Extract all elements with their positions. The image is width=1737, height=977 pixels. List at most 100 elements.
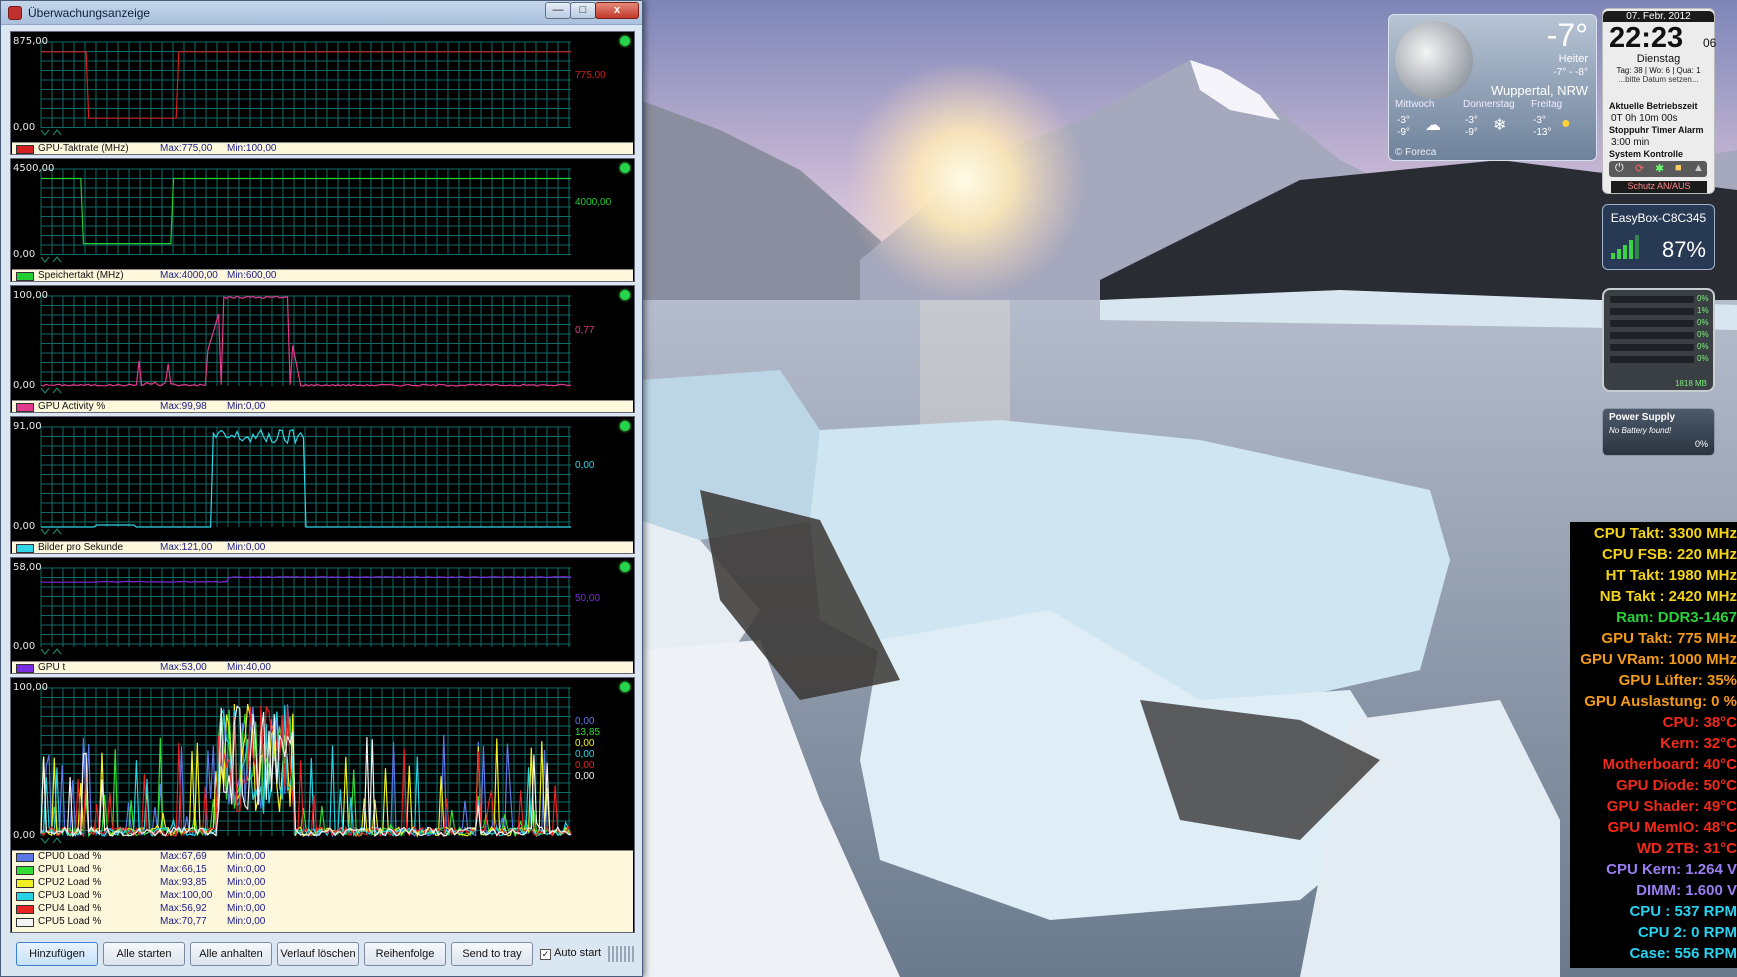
lock-icon[interactable]: ■ — [1675, 162, 1682, 174]
graph-panel[interactable]: 100,00 0,00 0,00 13,85 0,00 0,00 0,00 0,00 CPU0 … — [10, 677, 635, 933]
graph-legend: GPU t Max:53,00 Min:40,00 — [12, 661, 633, 673]
current-value: 775,00 — [575, 70, 606, 81]
sensor-reading: GPU Shader: 49°C — [1606, 798, 1737, 815]
meter-bar — [1610, 296, 1694, 303]
series-name: GPU t — [38, 662, 66, 673]
start-all-button[interactable]: Alle starten — [103, 942, 185, 966]
stop-all-button[interactable]: Alle anhalten — [190, 942, 272, 966]
clock-hint[interactable]: ...bitte Datum setzen... — [1603, 75, 1714, 84]
forecast-high: -3° — [1465, 115, 1478, 126]
axis-max-label: 91,00 — [13, 421, 42, 432]
maximize-button[interactable]: □ — [570, 2, 596, 19]
clock-gadget[interactable]: 07. Febr. 2012 22:23 06 Dienstag Tag: 38… — [1602, 8, 1716, 194]
graph-plot — [40, 426, 571, 535]
axis-min-label: 0,00 — [13, 380, 36, 391]
sensor-reading: GPU Auslastung: 0 % — [1584, 693, 1737, 710]
send-to-tray-button[interactable]: Send to tray — [451, 942, 533, 966]
legend-row[interactable]: CPU1 Load % Max:66,15 Min:0,00 — [12, 864, 633, 877]
current-value: 0,00 — [575, 771, 595, 782]
close-button[interactable]: x — [595, 2, 639, 19]
checkbox-check-icon[interactable]: ✓ — [540, 949, 551, 960]
graph-panel[interactable]: 875,00 0,00 775,00 GPU-Taktrate (MHz) Max:77… — [10, 31, 635, 155]
series-min: Min:0,00 — [227, 542, 266, 553]
color-swatch — [16, 544, 34, 553]
legend-row[interactable]: CPU4 Load % Max:56,92 Min:0,00 — [12, 903, 633, 916]
minimize-button[interactable]: — — [545, 2, 571, 19]
graph-panel[interactable]: 91,00 0,00 0,00 Bilder pro Sekunde Max:121,0… — [10, 416, 635, 554]
timer-minutes[interactable]: 3:00 min — [1611, 137, 1649, 148]
graph-legend: CPU0 Load % Max:67,69 Min:0,00 CPU1 Load % M… — [12, 850, 633, 932]
clock-tag-line: Tag: 38 | Wo: 6 | Qua: 1 — [1616, 66, 1701, 75]
meter-bar — [1610, 344, 1694, 351]
legend-row[interactable]: GPU t Max:53,00 Min:40,00 — [12, 662, 633, 675]
forecast-low: -9° — [1465, 127, 1478, 138]
series-min: Min:0,00 — [227, 401, 266, 412]
sensor-reading: Kern: 32°C — [1660, 735, 1737, 752]
meter-percent: 0% — [1697, 294, 1709, 303]
legend-row[interactable]: Bilder pro Sekunde Max:121,00 Min:0,00 — [12, 542, 633, 555]
sleep-icon[interactable]: ✱ — [1655, 162, 1664, 175]
axis-min-label: 0,00 — [13, 641, 36, 652]
stopwatch-label[interactable]: Stoppuhr Timer Alarm — [1609, 125, 1704, 135]
color-swatch — [16, 403, 34, 412]
axis-min-label: 0,00 — [13, 830, 36, 841]
restart-icon[interactable]: ⟳ — [1635, 162, 1644, 175]
legend-row[interactable]: CPU0 Load % Max:67,69 Min:0,00 — [12, 851, 633, 864]
grid — [40, 295, 571, 386]
graph-plot — [40, 567, 571, 655]
graph-panel[interactable]: 58,00 0,00 50,00 GPU t Max:53,00 Min:40,00 — [10, 557, 635, 674]
current-value: 50,00 — [575, 593, 601, 604]
axis-marker — [40, 528, 62, 535]
graph-legend: GPU-Taktrate (MHz) Max:775,00 Min:100,00 — [12, 142, 633, 154]
meter-bar — [1610, 320, 1694, 327]
clear-history-button[interactable]: Verlauf löschen — [277, 942, 359, 966]
axis-max-label: 4500,00 — [13, 163, 55, 174]
axis-min-label: 0,00 — [13, 249, 36, 260]
status-led-icon — [620, 290, 630, 300]
power-icon[interactable]: ⏻ — [1615, 162, 1624, 175]
meter-bar — [1610, 308, 1694, 315]
series-max: Max:53,00 — [160, 662, 207, 673]
title-bar[interactable]: Überwachungsanzeige — □ x — [1, 1, 642, 25]
monitor-window: Überwachungsanzeige — □ x 875,00 0,00 775,… — [0, 0, 643, 977]
legend-row[interactable]: CPU5 Load % Max:70,77 Min:0,00 — [12, 916, 633, 929]
series-name: CPU3 Load % — [38, 890, 102, 901]
legend-row[interactable]: GPU Activity % Max:99,98 Min:0,00 — [12, 401, 633, 414]
sensor-reading: Motherboard: 40°C — [1602, 756, 1737, 773]
color-swatch — [16, 664, 34, 673]
wifi-gadget[interactable]: EasyBox-C8C345 87% — [1602, 204, 1715, 270]
window-title: Überwachungsanzeige — [28, 6, 151, 20]
graph-panel[interactable]: 4500,00 0,00 4000,00 Speichertakt (MHz) Max:… — [10, 158, 635, 282]
auto-start-checkbox[interactable]: ✓ Auto start — [540, 947, 601, 960]
sensor-reading: Case: 556 RPM — [1629, 945, 1737, 962]
legend-row[interactable]: GPU-Taktrate (MHz) Max:775,00 Min:100,00 — [12, 143, 633, 156]
graph-panel[interactable]: 100,00 0,00 0,77 GPU Activity % Max:99,98 Min… — [10, 285, 635, 413]
sensor-reading: GPU Lüfter: 35% — [1618, 672, 1737, 689]
add-button[interactable]: Hinzufügen — [16, 942, 98, 966]
protect-toggle[interactable]: Schutz AN/AUS — [1611, 181, 1707, 193]
series-max: Max:56,92 — [160, 903, 207, 914]
status-led-icon — [620, 163, 630, 173]
sensor-reading: CPU Takt: 3300 MHz — [1593, 525, 1737, 542]
legend-row[interactable]: Speichertakt (MHz) Max:4000,00 Min:600,00 — [12, 270, 633, 283]
power-title: Power Supply — [1609, 412, 1676, 423]
cpu-meter-gadget[interactable]: 0% 1% 0% 0% 0% 0% 1818 MB — [1602, 288, 1715, 392]
legend-row[interactable]: CPU2 Load % Max:93,85 Min:0,00 — [12, 877, 633, 890]
resize-grip[interactable] — [608, 946, 634, 962]
series-name: CPU0 Load % — [38, 851, 102, 862]
weather-gadget[interactable]: -7° Heiter -7° - -8° Wuppertal, NRW Mitt… — [1388, 14, 1597, 161]
legend-row[interactable]: CPU3 Load % Max:100,00 Min:0,00 — [12, 890, 633, 903]
series-min: Min:600,00 — [227, 270, 277, 281]
power-supply-gadget[interactable]: Power Supply No Battery found! 0% — [1602, 408, 1715, 456]
status-led-icon — [620, 562, 630, 572]
logoff-icon[interactable]: ▲ — [1693, 162, 1704, 174]
order-button[interactable]: Reihenfolge — [364, 942, 446, 966]
current-value: 0,00 — [575, 738, 595, 749]
meter-percent: 0% — [1697, 318, 1709, 327]
sensor-reading: CPU Kern: 1.264 V — [1606, 861, 1737, 878]
axis-max-label: 100,00 — [13, 290, 48, 301]
current-value: 0,00 — [575, 716, 595, 727]
series-max: Max:100,00 — [160, 890, 213, 901]
axis-marker — [40, 256, 62, 263]
system-control-buttons[interactable]: ⏻ ⟳ ✱ ■ ▲ — [1609, 161, 1707, 177]
